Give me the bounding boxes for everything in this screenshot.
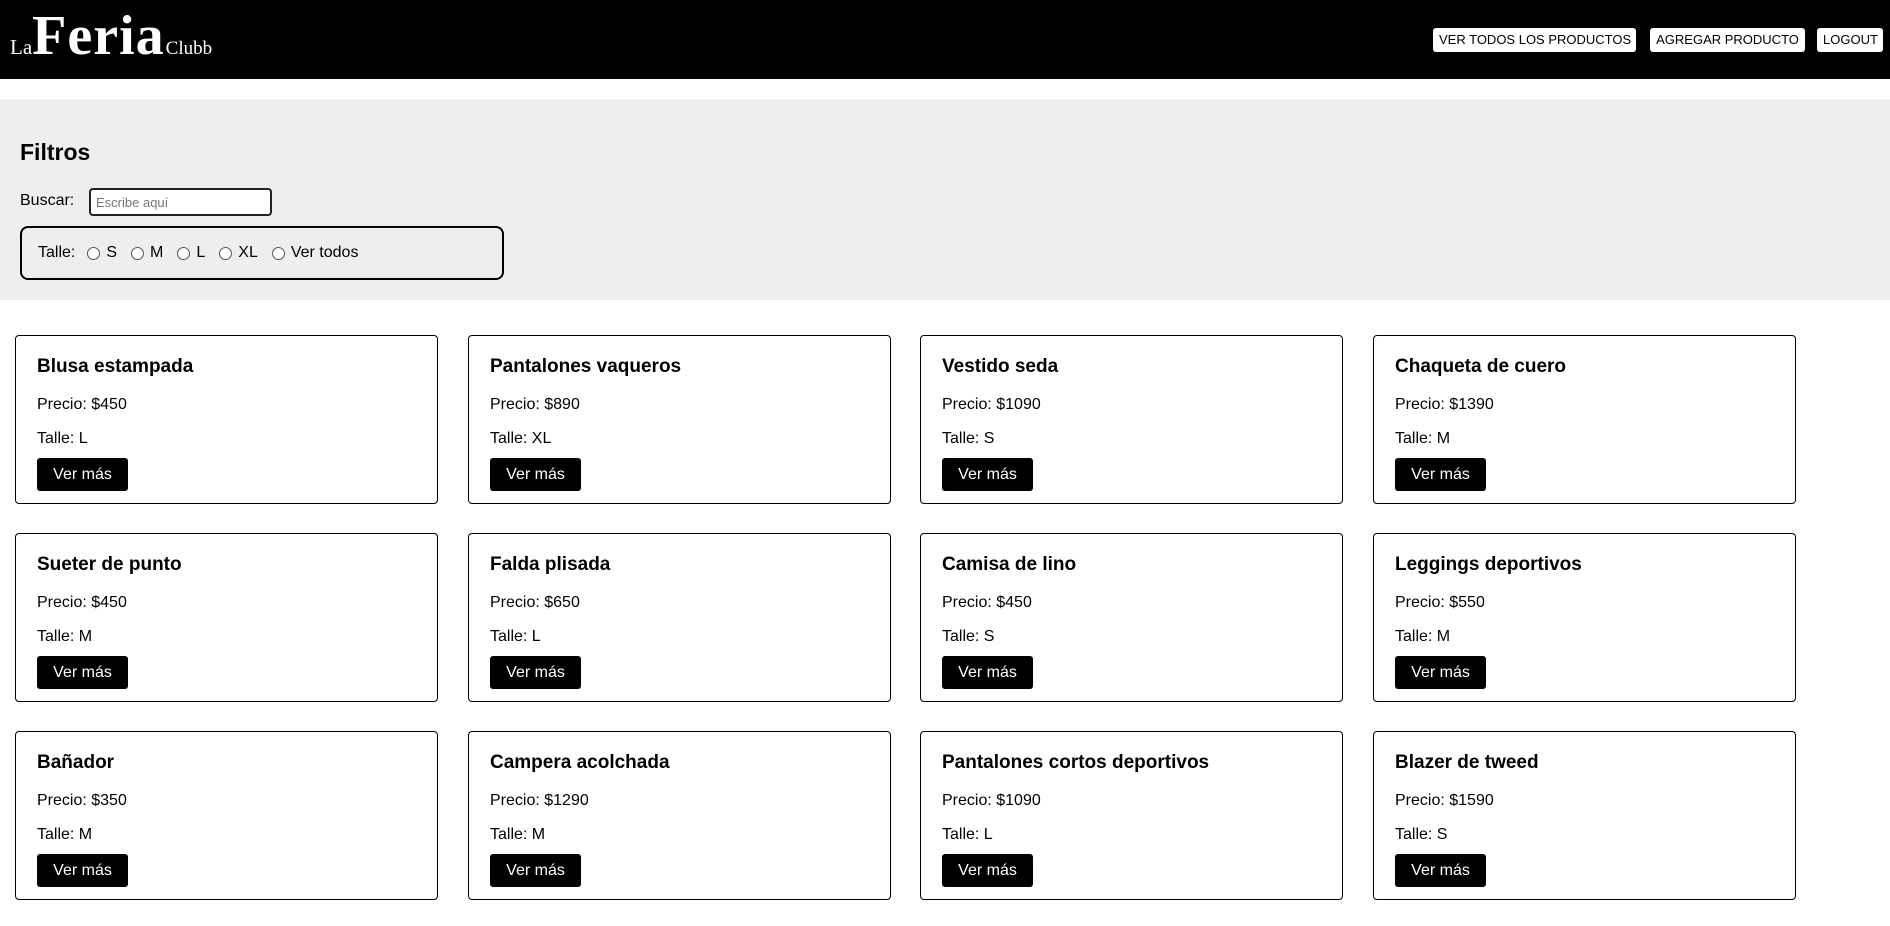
product-card: Camisa de lino Precio: $450 Talle: S Ver…	[920, 533, 1343, 702]
size-option-label: XL	[238, 244, 258, 261]
product-name: Pantalones cortos deportivos	[942, 752, 1210, 773]
product-card: Blazer de tweed Precio: $1590 Talle: S V…	[1373, 731, 1796, 900]
product-price: Precio: $1590	[1395, 792, 1494, 809]
size-option-l[interactable]: L	[177, 244, 205, 262]
brand-prefix: La	[10, 35, 33, 59]
product-card: Chaqueta de cuero Precio: $1390 Talle: M…	[1373, 335, 1796, 504]
brand-suffix: Clubb	[165, 38, 213, 59]
product-name: Pantalones vaqueros	[490, 356, 682, 377]
search-input[interactable]	[89, 188, 272, 216]
size-option-label: Ver todos	[290, 244, 359, 261]
product-name: Chaqueta de cuero	[1395, 356, 1567, 377]
size-option-all[interactable]: Ver todos	[271, 244, 359, 262]
top-header: La Feria Clubb VER TODOS LOS PRODUCTOS A…	[0, 0, 1890, 79]
view-more-button[interactable]: Ver más	[1395, 458, 1486, 491]
product-card: Falda plisada Precio: $650 Talle: L Ver …	[468, 533, 891, 702]
product-price: Precio: $550	[1395, 594, 1485, 611]
product-name: Bañador	[37, 752, 115, 773]
product-price: Precio: $890	[490, 396, 580, 413]
filters-title: Filtros	[20, 139, 91, 165]
product-card: Campera acolchada Precio: $1290 Talle: M…	[468, 731, 891, 900]
product-price: Precio: $450	[37, 594, 127, 611]
view-more-button[interactable]: Ver más	[942, 656, 1033, 689]
logout-button[interactable]: LOGOUT	[1817, 28, 1883, 52]
radio-button[interactable]	[177, 246, 191, 260]
size-option-label: L	[196, 244, 206, 261]
product-name: Blazer de tweed	[1395, 752, 1539, 773]
product-name: Sueter de punto	[37, 554, 182, 575]
search-label: Buscar:	[20, 192, 75, 209]
product-price: Precio: $1090	[942, 396, 1041, 413]
product-card: Bañador Precio: $350 Talle: M Ver más	[15, 731, 438, 900]
product-size: Talle: XL	[490, 430, 552, 447]
view-all-products-button[interactable]: VER TODOS LOS PRODUCTOS	[1433, 28, 1636, 52]
brand-name: Feria	[32, 5, 165, 67]
product-price: Precio: $650	[490, 594, 580, 611]
product-price: Precio: $350	[37, 792, 127, 809]
product-size: Talle: L	[37, 430, 88, 447]
product-card: Sueter de punto Precio: $450 Talle: M Ve…	[15, 533, 438, 702]
product-size: Talle: S	[942, 430, 995, 447]
product-price: Precio: $1090	[942, 792, 1041, 809]
view-more-button[interactable]: Ver más	[942, 458, 1033, 491]
view-more-button[interactable]: Ver más	[37, 458, 128, 491]
product-price: Precio: $450	[942, 594, 1032, 611]
radio-button[interactable]	[87, 246, 101, 260]
product-name: Vestido seda	[942, 356, 1059, 377]
product-size: Talle: M	[1395, 430, 1451, 447]
product-price: Precio: $1390	[1395, 396, 1494, 413]
product-card: Pantalones cortos deportivos Precio: $10…	[920, 731, 1343, 900]
brand-logo[interactable]: La Feria Clubb	[10, 8, 212, 72]
add-product-button[interactable]: AGREGAR PRODUCTO	[1650, 28, 1805, 52]
size-filter-group: Talle: S M L XL Ver todos	[20, 226, 504, 280]
product-size: Talle: S	[1395, 826, 1448, 843]
product-price: Precio: $450	[37, 396, 127, 413]
product-card: Blusa estampada Precio: $450 Talle: L Ve…	[15, 335, 438, 504]
product-size: Talle: M	[490, 826, 546, 843]
product-card: Pantalones vaqueros Precio: $890 Talle: …	[468, 335, 891, 504]
size-option-label: M	[150, 244, 164, 261]
radio-button[interactable]	[271, 246, 285, 260]
size-option-label: S	[106, 244, 118, 261]
size-option-m[interactable]: M	[131, 244, 163, 262]
size-option-xl[interactable]: XL	[219, 244, 258, 262]
radio-button[interactable]	[219, 246, 233, 260]
product-card: Leggings deportivos Precio: $550 Talle: …	[1373, 533, 1796, 702]
size-option-s[interactable]: S	[87, 244, 117, 262]
size-filter-label: Talle:	[38, 244, 76, 261]
product-name: Falda plisada	[490, 554, 611, 575]
product-card: Vestido seda Precio: $1090 Talle: S Ver …	[920, 335, 1343, 504]
view-more-button[interactable]: Ver más	[490, 854, 581, 887]
product-size: Talle: L	[490, 628, 541, 645]
product-size: Talle: L	[942, 826, 993, 843]
radio-button[interactable]	[131, 246, 145, 260]
view-more-button[interactable]: Ver más	[1395, 854, 1486, 887]
product-name: Campera acolchada	[490, 752, 670, 773]
view-more-button[interactable]: Ver más	[37, 854, 128, 887]
product-size: Talle: M	[37, 628, 93, 645]
product-name: Camisa de lino	[942, 554, 1077, 575]
product-name: Blusa estampada	[37, 356, 194, 377]
view-more-button[interactable]: Ver más	[490, 656, 581, 689]
product-name: Leggings deportivos	[1395, 554, 1582, 575]
product-size: Talle: M	[37, 826, 93, 843]
product-price: Precio: $1290	[490, 792, 589, 809]
view-more-button[interactable]: Ver más	[1395, 656, 1486, 689]
view-more-button[interactable]: Ver más	[37, 656, 128, 689]
product-size: Talle: M	[1395, 628, 1451, 645]
view-more-button[interactable]: Ver más	[490, 458, 581, 491]
view-more-button[interactable]: Ver más	[942, 854, 1033, 887]
product-size: Talle: S	[942, 628, 995, 645]
